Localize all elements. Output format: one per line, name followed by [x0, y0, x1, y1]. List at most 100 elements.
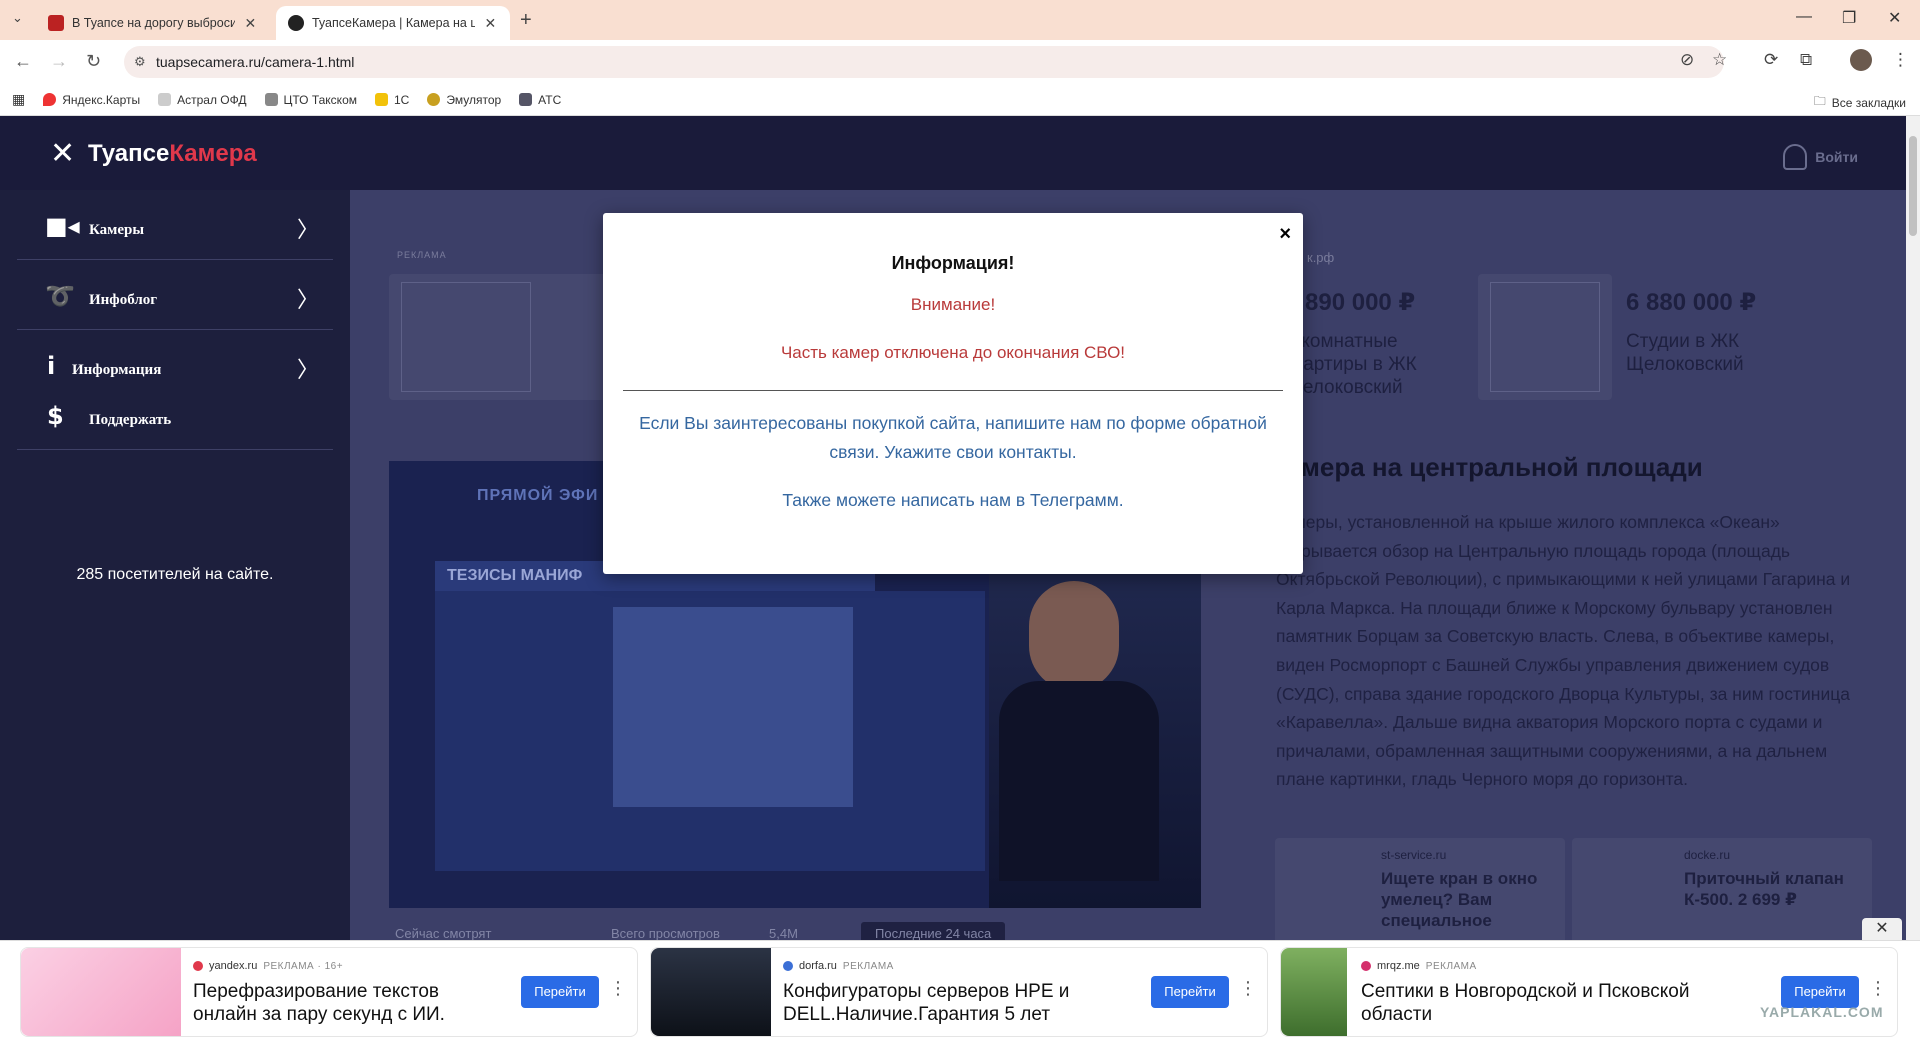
more-options-icon[interactable]: ⋮: [609, 978, 627, 999]
more-options-icon[interactable]: ⋮: [1239, 978, 1257, 999]
donate-icon: $: [47, 402, 64, 430]
close-window-icon[interactable]: ✕: [1888, 8, 1901, 28]
more-menu-icon[interactable]: ⋮: [1892, 50, 1909, 70]
1c-icon: [375, 93, 388, 106]
back-icon[interactable]: ←: [14, 51, 32, 72]
ad-card-3[interactable]: 6 880 000 ₽ Студии в ЖК Щелоковский: [1620, 274, 1870, 400]
tab-tuapsecamera[interactable]: ТуапсеКамера | Камера на цен ✕: [276, 6, 510, 40]
user-icon: [1783, 144, 1808, 170]
ad-headline: Перефразирование текстов онлайн за пару …: [193, 981, 445, 1025]
downloads-icon[interactable]: ⟳: [1764, 50, 1778, 70]
mini-ad-1[interactable]: st-service.ru Ищете кран в окно умелец? …: [1275, 838, 1565, 948]
source-dot-icon: [193, 961, 203, 971]
floorplan-image: [401, 282, 531, 392]
ad-thumbnail: [651, 948, 771, 1036]
bottom-ad-2[interactable]: dorfa.ru РЕКЛАМА Конфигураторы серверов H…: [650, 947, 1268, 1037]
info-modal: × Информация! Внимание! Часть камер откл…: [603, 213, 1303, 574]
emulator-icon: [427, 93, 441, 106]
bottom-ad-1[interactable]: yandex.ru РЕКЛАМА · 16+ Перефразирование …: [20, 947, 638, 1037]
modal-title: Информация!: [891, 253, 1015, 273]
restore-icon[interactable]: ❐: [1842, 8, 1856, 28]
visitors-count: 285 посетителей на сайте.: [76, 566, 274, 583]
ad-headline: Септики в Новгородской и Псковской облас…: [1361, 981, 1690, 1025]
profile-avatar[interactable]: [1850, 49, 1872, 71]
bookmark-star-icon[interactable]: ☆: [1712, 50, 1727, 70]
site-info-icon[interactable]: ⚙: [134, 54, 146, 70]
browser-toolbar: ← → ↻ ⚙ tuapsecamera.ru/camera-1.html ⊘ …: [0, 40, 1920, 84]
modal-warning: Внимание!: [910, 295, 996, 314]
live-label: ПРЯМОЙ ЭФИ: [477, 487, 599, 504]
tab-search-icon[interactable]: ⌄: [12, 10, 23, 26]
sidebar-item-cameras[interactable]: ■◂ Камеры 〉: [17, 190, 333, 260]
astral-icon: [158, 93, 172, 106]
all-bookmarks[interactable]: 🗀 Все закладки: [1814, 92, 1906, 113]
bookmark-1c[interactable]: 1С: [375, 93, 409, 107]
mini-ad-2[interactable]: docke.ru Приточный клапан К-500. 2 699 ₽: [1572, 838, 1872, 948]
close-tab-icon[interactable]: ✕: [243, 15, 258, 32]
extensions-icon[interactable]: ⧉: [1800, 50, 1812, 70]
modal-warning-text: Часть камер отключена до окончания СВО!: [780, 343, 1126, 362]
apps-grid-icon[interactable]: ▦: [12, 91, 25, 108]
watermark: YAPLAKAL.COM: [1760, 1004, 1884, 1020]
article-text: камеры, установленной на крыше жилого ко…: [1276, 512, 1851, 790]
bookmark-yandex-maps[interactable]: Яндекс.Карты: [43, 93, 140, 107]
browser-tab-bar: ⌄ В Туапсе на дорогу выбросило ✕ ТуапсеК…: [0, 0, 1920, 40]
video-person-head: [1029, 581, 1119, 691]
article-title: Камера на центральной площади: [1270, 452, 1703, 482]
close-menu-icon[interactable]: ✕: [50, 136, 75, 171]
chevron-right-icon: 〉: [296, 218, 319, 243]
address-bar[interactable]: ⚙ tuapsecamera.ru/camera-1.html: [124, 46, 1724, 78]
folder-icon: 🗀: [1813, 94, 1826, 108]
sidebar-item-infoblog[interactable]: ➰ Инфоблог 〉: [17, 260, 333, 330]
video-camera-icon: ■◂: [45, 212, 80, 240]
new-tab-button[interactable]: +: [520, 9, 532, 32]
video-panel: [613, 607, 853, 807]
bookmark-ats[interactable]: АТС: [519, 93, 561, 107]
site-logo[interactable]: ТуапсеКамера: [88, 140, 257, 168]
modal-close-button[interactable]: ×: [1279, 223, 1291, 246]
source-dot-icon: [783, 961, 793, 971]
modal-info-text: Если Вы заинтересованы покупкой сайта, н…: [639, 413, 1267, 462]
ad-thumbnail: [21, 948, 181, 1036]
bookmarks-bar: ▦ Яндекс.Карты Астрал ОФД ЦТО Такском 1С…: [0, 84, 1920, 116]
ad-card-floorplan[interactable]: [389, 274, 639, 400]
eye-off-icon[interactable]: ⊘: [1680, 50, 1694, 70]
reload-icon[interactable]: ↻: [86, 51, 101, 72]
sidebar-item-support[interactable]: $ Поддержать: [17, 380, 333, 450]
close-tab-icon[interactable]: ✕: [483, 15, 498, 32]
bookmark-astral[interactable]: Астрал ОФД: [158, 93, 247, 107]
ad-go-button[interactable]: Перейти: [521, 976, 599, 1008]
login-link[interactable]: Войти: [1783, 144, 1858, 170]
ad-thumbnail: [1281, 948, 1347, 1036]
ad-bar-close-button[interactable]: ✕: [1862, 918, 1902, 940]
ats-icon: [519, 93, 533, 106]
ad-headline: Конфигураторы серверов HPE и DELL.Наличи…: [783, 981, 1070, 1025]
bottom-ad-3[interactable]: mrqz.me РЕКЛАМА Септики в Новгородской и …: [1280, 947, 1898, 1037]
site-header: ✕ ТуапсеКамера Войти: [0, 116, 1920, 190]
taxcom-icon: [264, 93, 278, 106]
floorplan-image: [1490, 282, 1600, 392]
map-pin-icon: [43, 93, 57, 106]
video-person-body: [999, 681, 1159, 881]
bookmark-emulator[interactable]: Эмулятор: [427, 93, 501, 107]
tab-yaplakal[interactable]: В Туапсе на дорогу выбросило ✕: [36, 6, 270, 40]
ad-go-button[interactable]: Перейти: [1151, 976, 1229, 1008]
bookmark-taxcom[interactable]: ЦТО Такском: [264, 93, 357, 107]
minimize-icon[interactable]: —: [1796, 8, 1812, 26]
modal-telegram-text[interactable]: Также можете написать нам в Телеграмм.: [623, 486, 1283, 515]
more-options-icon[interactable]: ⋮: [1869, 978, 1887, 999]
bottom-ad-bar: yandex.ru РЕКЛАМА · 16+ Перефразирование …: [0, 940, 1920, 1040]
ad-source: к.рф: [1307, 250, 1335, 265]
source-dot-icon: [1361, 961, 1371, 971]
page-scrollbar[interactable]: [1906, 116, 1920, 940]
ad-label: РЕКЛАМА: [397, 250, 447, 260]
favicon-icon: [48, 15, 64, 31]
chevron-right-icon: 〉: [296, 288, 319, 313]
rss-icon: ➰: [45, 282, 75, 310]
scrollbar-thumb[interactable]: [1909, 136, 1917, 236]
favicon-icon: [288, 15, 304, 31]
modal-divider: [623, 390, 1283, 391]
info-icon: i: [47, 352, 56, 380]
forward-icon[interactable]: →: [50, 51, 68, 72]
ad-card-plan-2[interactable]: [1478, 274, 1612, 400]
